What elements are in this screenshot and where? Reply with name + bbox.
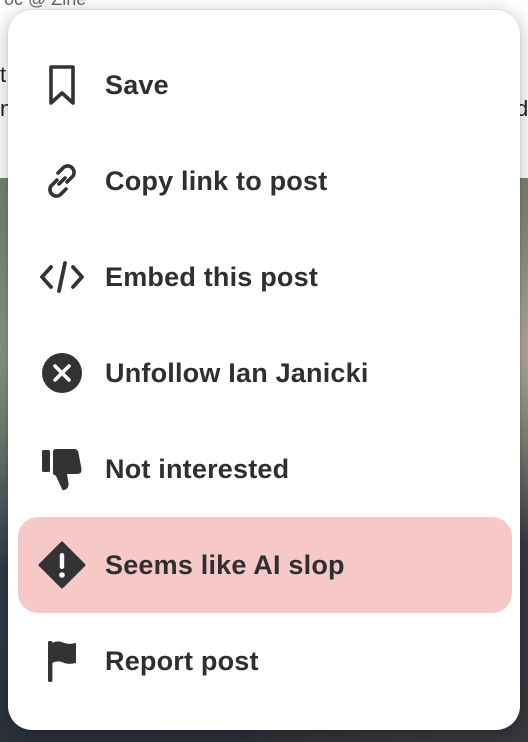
post-author-text: oc @ Zine <box>4 0 86 10</box>
menu-item-report[interactable]: Report post <box>18 613 512 709</box>
code-icon <box>38 253 86 301</box>
menu-item-label: Save <box>105 69 169 100</box>
menu-item-ai-slop[interactable]: Seems like AI slop <box>18 517 512 613</box>
menu-item-embed[interactable]: Embed this post <box>18 229 512 325</box>
thumbs-down-icon <box>38 445 86 493</box>
post-text-fragment: t <box>0 62 7 87</box>
menu-item-unfollow[interactable]: Unfollow Ian Janicki <box>18 325 512 421</box>
menu-item-label: Embed this post <box>105 261 319 292</box>
bookmark-icon <box>38 61 86 109</box>
post-options-menu: Save Copy link to post Embed this post U… <box>8 10 520 730</box>
warning-diamond-icon <box>38 541 86 589</box>
flag-icon <box>38 637 86 685</box>
menu-item-copy-link[interactable]: Copy link to post <box>18 133 512 229</box>
menu-item-label: Seems like AI slop <box>105 549 345 580</box>
menu-item-label: Unfollow Ian Janicki <box>105 357 369 388</box>
menu-item-not-interested[interactable]: Not interested <box>18 421 512 517</box>
menu-item-label: Copy link to post <box>105 165 328 196</box>
link-icon <box>38 157 86 205</box>
close-circle-icon <box>38 349 86 397</box>
menu-item-label: Report post <box>105 645 259 676</box>
menu-item-save[interactable]: Save <box>18 37 512 133</box>
menu-item-label: Not interested <box>105 453 290 484</box>
